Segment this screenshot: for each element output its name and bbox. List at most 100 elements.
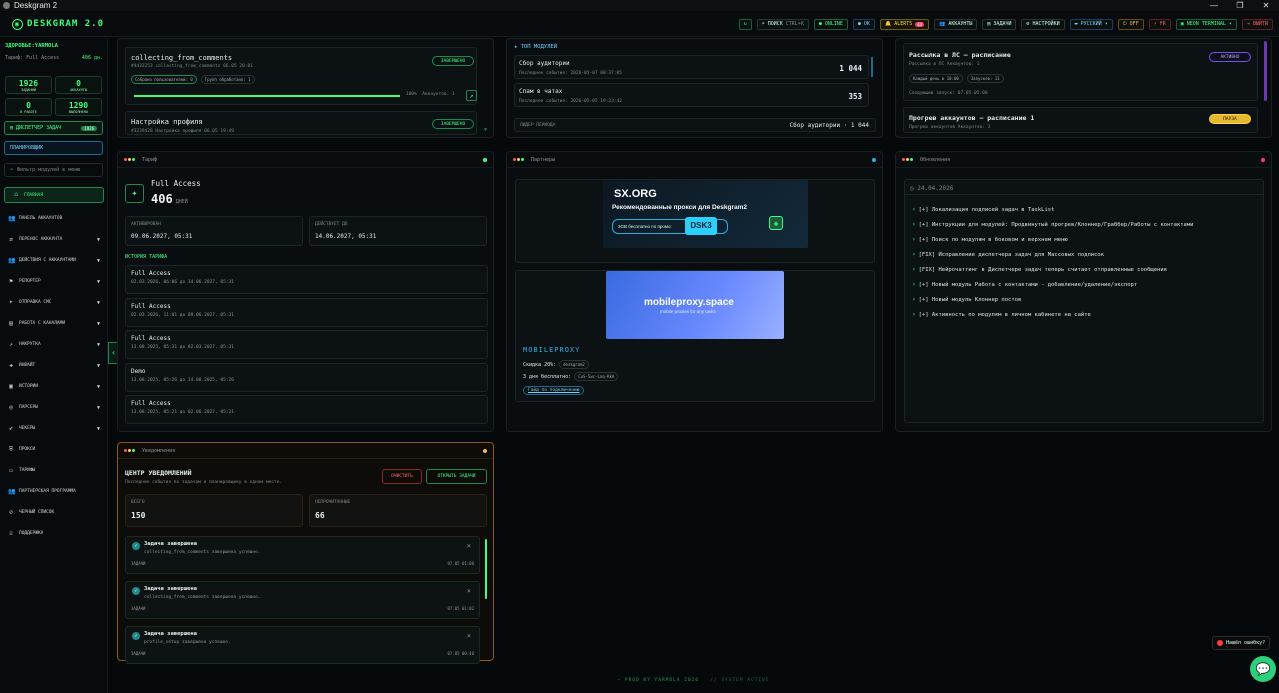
search-icon: ⌕ bbox=[10, 167, 14, 173]
update-text: [+] Поиск по модулям в боковом и верхнем… bbox=[918, 236, 1068, 243]
mobileproxy-banner[interactable]: mobileproxy.space mobile proxies for any… bbox=[606, 271, 784, 339]
activated-value: 09.06.2027, 05:31 bbox=[131, 233, 193, 240]
neon-terminal-select[interactable]: ▣ NEON TERMINAL ▾ bbox=[1175, 18, 1237, 30]
schedule-title: Рассылка в ЛС — расписание bbox=[909, 51, 1011, 59]
close-button[interactable]: ✕ bbox=[1253, 1, 1279, 10]
notification-item[interactable]: ✓ Задача завершена collecting_from_comment… bbox=[125, 581, 480, 619]
guide-link[interactable]: Гайд по подключению bbox=[523, 386, 585, 395]
minimize-button[interactable]: — bbox=[1201, 1, 1227, 10]
task-card[interactable]: Настройка профиля #3239428 Настройка про… bbox=[125, 111, 477, 135]
chart-icon: ↗ bbox=[9, 340, 13, 348]
report-bug-button[interactable]: Нашёл ошибку? bbox=[1212, 636, 1271, 650]
sidebar-item[interactable]: ✚ ИНВАЙТ ▼ bbox=[0, 355, 108, 376]
filter-placeholder: Фильтр модулей в меню bbox=[17, 167, 81, 173]
sidebar-item[interactable]: 👥 ПАРТНЕРСКАЯ ПРОГРАММА bbox=[0, 481, 108, 502]
flag-icon: ▬ bbox=[1074, 21, 1078, 27]
notifications-panel: Уведомления ЦЕНТР УВЕДОМЛЕНИЙ Последние … bbox=[117, 442, 494, 664]
chevron-down-icon: ▼ bbox=[96, 362, 100, 369]
sidebar-item[interactable]: ⌂ ГЛАВНАЯ bbox=[4, 187, 104, 203]
close-icon[interactable]: × bbox=[467, 587, 471, 595]
sidebar-item[interactable]: 👥 ПАНЕЛЬ АККАУНТОВ bbox=[0, 208, 108, 229]
schedule-frequency: Каждый день в 10:00 bbox=[909, 74, 963, 83]
update-text: [+] Локализация подписей задач в TaskLis… bbox=[918, 206, 1055, 213]
schedule-sub: Прогрев аккаунтов Аккаунтов: 3 bbox=[909, 125, 991, 130]
sidebar-item[interactable]: 👥 ДЕЙСТВИЯ С АККАУНТАМИ ▼ bbox=[0, 250, 108, 271]
refresh-button[interactable]: ↻ bbox=[738, 18, 752, 30]
sidebar-item[interactable]: ☏ ПОДДЕРЖКА bbox=[0, 523, 108, 544]
language-select[interactable]: ▬ РУССКИЙ ▾ bbox=[1069, 18, 1113, 30]
history-name: Full Access bbox=[131, 302, 171, 310]
sidebar-item[interactable]: ✔ ЧЕКЕРЫ ▼ bbox=[0, 418, 108, 439]
card-icon: ▭ bbox=[9, 466, 13, 474]
sxorg-banner[interactable]: SX.ORG Рекомендованные прокси для Deskgr… bbox=[603, 180, 808, 248]
history-name: Full Access bbox=[131, 335, 171, 342]
notifications-scrollbar[interactable] bbox=[485, 539, 487, 599]
open-tasks-button[interactable]: ОТКРЫТЬ ЗАДАЧИ bbox=[426, 469, 487, 484]
trial-code[interactable]: CuS-5wc-Lnq-KkA bbox=[574, 372, 619, 381]
sidebar-item[interactable]: ▣ ИСТОРИИ ▼ bbox=[0, 376, 108, 397]
banner-text: Рекомендованные прокси для Deskgram2 bbox=[612, 204, 747, 211]
logout-button[interactable]: ⇥ ВЫЙТИ bbox=[1241, 18, 1273, 30]
scheduler-button[interactable]: ПЛАНИРОВЩИК bbox=[4, 141, 103, 155]
schedule-card[interactable]: Прогрев аккаунтов — расписание 1 Прогрев… bbox=[903, 107, 1258, 133]
module-row[interactable]: Спам в чатах Последнее событие: 2026-05-… bbox=[514, 83, 869, 107]
health-label: ЗДОРОВЬЕ:YARMOLA bbox=[5, 43, 58, 49]
open-task-icon[interactable]: ↗ bbox=[466, 90, 477, 101]
tasks-icon: ▤ bbox=[987, 21, 991, 27]
mobileproxy-card[interactable]: mobileproxy.space mobile proxies for any… bbox=[515, 270, 875, 402]
update-item: › [+] Инструкции для модулей: Продвинутый… bbox=[912, 217, 1193, 232]
module-filter-input[interactable]: ⌕ Фильтр модулей в меню bbox=[4, 163, 103, 177]
sidebar-item[interactable]: ⇄ ПЕРЕНОС АККАУНТА ▼ bbox=[0, 229, 108, 250]
task-card[interactable]: collecting_from_comments #4432253 collec… bbox=[125, 47, 477, 105]
sidebar-item[interactable]: ↗ НАКРУТКА ▼ bbox=[0, 334, 108, 355]
search-icon: ⌕ bbox=[761, 21, 765, 27]
power-icon: ⏻ bbox=[1122, 21, 1127, 27]
sidebar-item[interactable]: ⚑ РЕПОРТЕР ▼ bbox=[0, 271, 108, 292]
sidebar-item[interactable]: ⊘ ЧЕРНЫЙ СПИСОК bbox=[0, 502, 108, 523]
schedule-card[interactable]: Рассылка в ЛС — расписание Рассылка в ЛС… bbox=[903, 43, 1258, 101]
tasks-button[interactable]: ▤ ЗАДАЧИ bbox=[982, 18, 1017, 30]
accounts-label: АККАУНТЫ bbox=[948, 21, 973, 27]
fr-toggle[interactable]: ⚡ FR bbox=[1148, 18, 1171, 30]
tasks-label: ЗАДАЧИ bbox=[993, 21, 1012, 27]
dispatcher-button[interactable]: ▤ ДИСПЕТЧЕР ЗАДАЧ 1926 bbox=[4, 121, 103, 135]
chat-icon[interactable]: 💬 bbox=[1250, 656, 1276, 682]
sidebar-item[interactable]: ➤ ОТПРАВКА СМС ▼ bbox=[0, 292, 108, 313]
notification-item[interactable]: ✓ Задача завершена profile_setup завершена… bbox=[125, 626, 480, 664]
scroll-down-icon[interactable]: ▼ bbox=[484, 127, 487, 133]
sidebar-item[interactable]: ▭ ТАРИФЫ bbox=[0, 460, 108, 481]
off-toggle[interactable]: ⏻ OFF bbox=[1117, 18, 1144, 30]
clear-button[interactable]: ОЧИСТИТЬ bbox=[382, 469, 422, 484]
fr-label: FR bbox=[1159, 21, 1166, 27]
status-dot bbox=[483, 448, 487, 453]
notification-item[interactable]: ✓ Задача завершена collecting_from_comment… bbox=[125, 536, 480, 574]
settings-button[interactable]: ⚙ НАСТРОЙКИ bbox=[1021, 18, 1065, 30]
total-value: 150 bbox=[131, 511, 146, 520]
schedule-status-paused[interactable]: ПАУЗА bbox=[1209, 114, 1251, 124]
app-logo[interactable]: ◉ DESKGRAM 2.0 bbox=[12, 18, 104, 30]
close-icon[interactable]: × bbox=[467, 542, 471, 550]
history-dates: 02.03.2026, 11:01 до 09.06.2027, 05:31 bbox=[131, 312, 234, 318]
search-button[interactable]: ⌕ ПОИСК CTRL+K bbox=[756, 18, 809, 30]
module-row[interactable]: Сбор аудитории Последнее событие: 2026-0… bbox=[514, 55, 869, 79]
period-leader: ЛИДЕР ПЕРИОДА Сбор аудитории · 1 044 bbox=[514, 118, 876, 132]
maximize-button[interactable]: ❐ bbox=[1227, 1, 1253, 10]
search-label: ПОИСК bbox=[767, 21, 783, 27]
check-icon: ✓ bbox=[132, 542, 140, 550]
scheduler-scrollbar[interactable] bbox=[1264, 41, 1267, 101]
modules-scrollbar[interactable] bbox=[871, 57, 873, 77]
close-icon[interactable]: × bbox=[467, 632, 471, 640]
sidebar-item[interactable]: ◎ ПАРСЕРЫ ▼ bbox=[0, 397, 108, 418]
status-dot bbox=[483, 157, 487, 162]
sxorg-card[interactable]: SX.ORG Рекомендованные прокси для Deskgr… bbox=[515, 179, 875, 263]
discount-code[interactable]: deskgram2 bbox=[559, 360, 589, 369]
schedule-status-active[interactable]: АКТИВНО bbox=[1209, 52, 1251, 62]
sidebar-item-label: РЕПОРТЕР bbox=[19, 279, 41, 284]
sidebar-item[interactable]: ▤ РАБОТА С КАНАЛАМИ ▼ bbox=[0, 313, 108, 334]
alerts-button[interactable]: 🔔 ALERTS 44 bbox=[879, 18, 930, 30]
chevron-right-icon: › bbox=[912, 266, 916, 273]
accounts-button[interactable]: 👥 АККАУНТЫ bbox=[934, 18, 978, 30]
update-list: › [+] Локализация подписей задач в TaskLi… bbox=[912, 202, 1193, 322]
sidebar-item[interactable]: ⛨ ПРОКСИ bbox=[0, 439, 108, 460]
update-entry: ◷ 24.04.2026 › [+] Локализация подписей з… bbox=[904, 179, 1264, 423]
